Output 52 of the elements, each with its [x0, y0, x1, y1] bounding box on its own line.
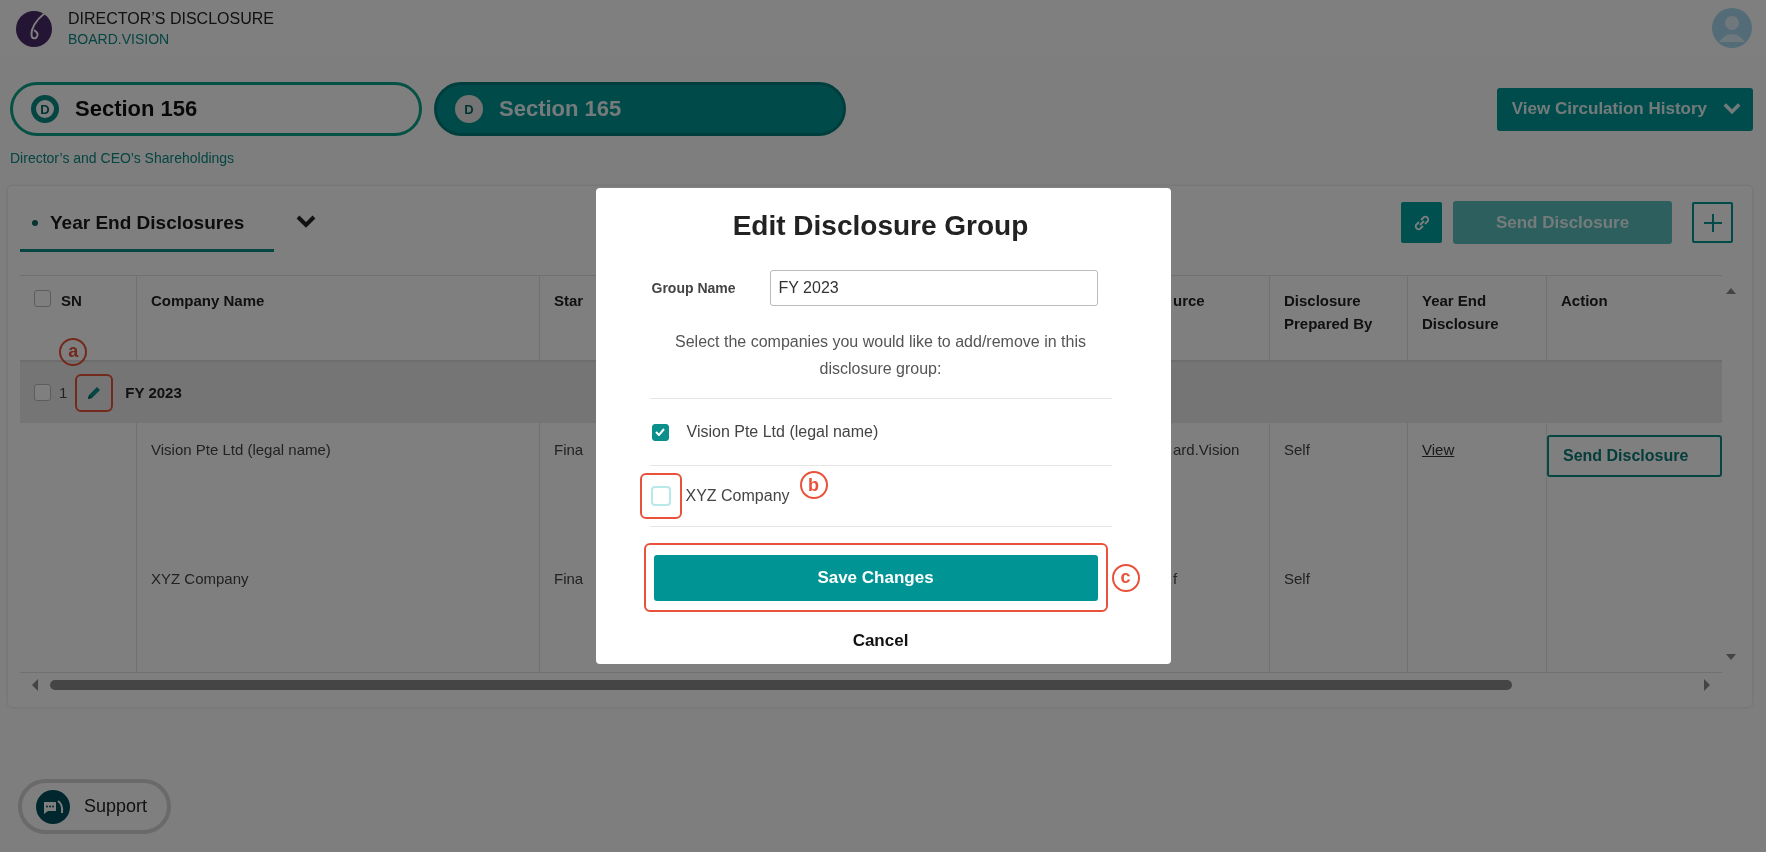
column-header: Star: [553, 291, 585, 311]
table-cell: Fina: [554, 570, 584, 587]
table-cell: XYZ Company: [151, 570, 249, 587]
link-button[interactable]: [1401, 202, 1442, 243]
section-caption: Director’s and CEO’s Shareholdings: [9, 149, 236, 166]
column-header: Action: [1560, 291, 1609, 311]
group-name-field[interactable]: FY 2023: [769, 270, 1098, 306]
chevron-down-icon: [296, 214, 317, 230]
app-title: DIRECTOR’S DISCLOSURE: [68, 9, 274, 28]
view-circulation-history-button[interactable]: View Circulation History: [1496, 87, 1753, 131]
scroll-left-icon[interactable]: [30, 679, 40, 691]
row-number: 1: [59, 384, 68, 401]
save-changes-button[interactable]: Save Changes: [653, 554, 1098, 601]
view-link[interactable]: View: [1422, 441, 1455, 458]
dialog-title: Edit Disclosure Group: [731, 210, 1030, 242]
group-name: FY 2023: [125, 384, 182, 401]
table-cell: Vision Pte Ltd (legal name): [151, 441, 331, 458]
table-cell: Self: [1284, 570, 1310, 587]
checkbox[interactable]: [34, 384, 51, 401]
column-header: SN: [61, 291, 82, 311]
chat-icon: [36, 789, 70, 824]
company-name: Vision Pte Ltd (legal name): [686, 423, 879, 441]
company-name: XYZ Company: [685, 487, 790, 505]
support-button[interactable]: Support: [18, 779, 172, 834]
column-header: Disclosure Prepared By: [1270, 276, 1408, 360]
checkbox[interactable]: [651, 423, 669, 441]
section-tab[interactable]: D Section 156: [10, 82, 422, 136]
disclosure-tab[interactable]: Year End Disclosures: [20, 196, 275, 252]
scroll-right-icon[interactable]: [1702, 679, 1712, 691]
field-label: Group Name: [651, 280, 737, 296]
table-cell: f: [1173, 570, 1178, 587]
check-icon: [655, 428, 665, 436]
app-subtitle: BOARD.VISION: [68, 30, 171, 47]
callout-badge: a: [59, 337, 88, 366]
callout-badge: b: [799, 471, 828, 499]
callout-badge: c: [1111, 563, 1140, 592]
avatar-icon[interactable]: [1712, 8, 1752, 48]
scrollbar-thumb[interactable]: [50, 680, 1512, 690]
table-cell: Fina: [554, 441, 584, 458]
logo-icon: [14, 8, 54, 48]
send-disclosure-button[interactable]: Send Disclosure: [1547, 435, 1722, 477]
column-header: Year End Disclosure: [1408, 276, 1547, 360]
chevron-down-icon: [1723, 102, 1741, 116]
checkbox[interactable]: [34, 290, 51, 307]
column-header: Company Name: [137, 276, 540, 360]
table-cell: ard.Vision: [1173, 441, 1240, 458]
table-cell: Self: [1284, 441, 1310, 458]
add-button[interactable]: [1692, 202, 1733, 243]
plus-icon: [1701, 211, 1724, 234]
instructions-text: Select the companies you would like to add/remove in this disclosure group:: [674, 332, 1087, 379]
section-tab[interactable]: D Section 165: [434, 82, 846, 136]
cancel-button[interactable]: Cancel: [846, 630, 915, 652]
